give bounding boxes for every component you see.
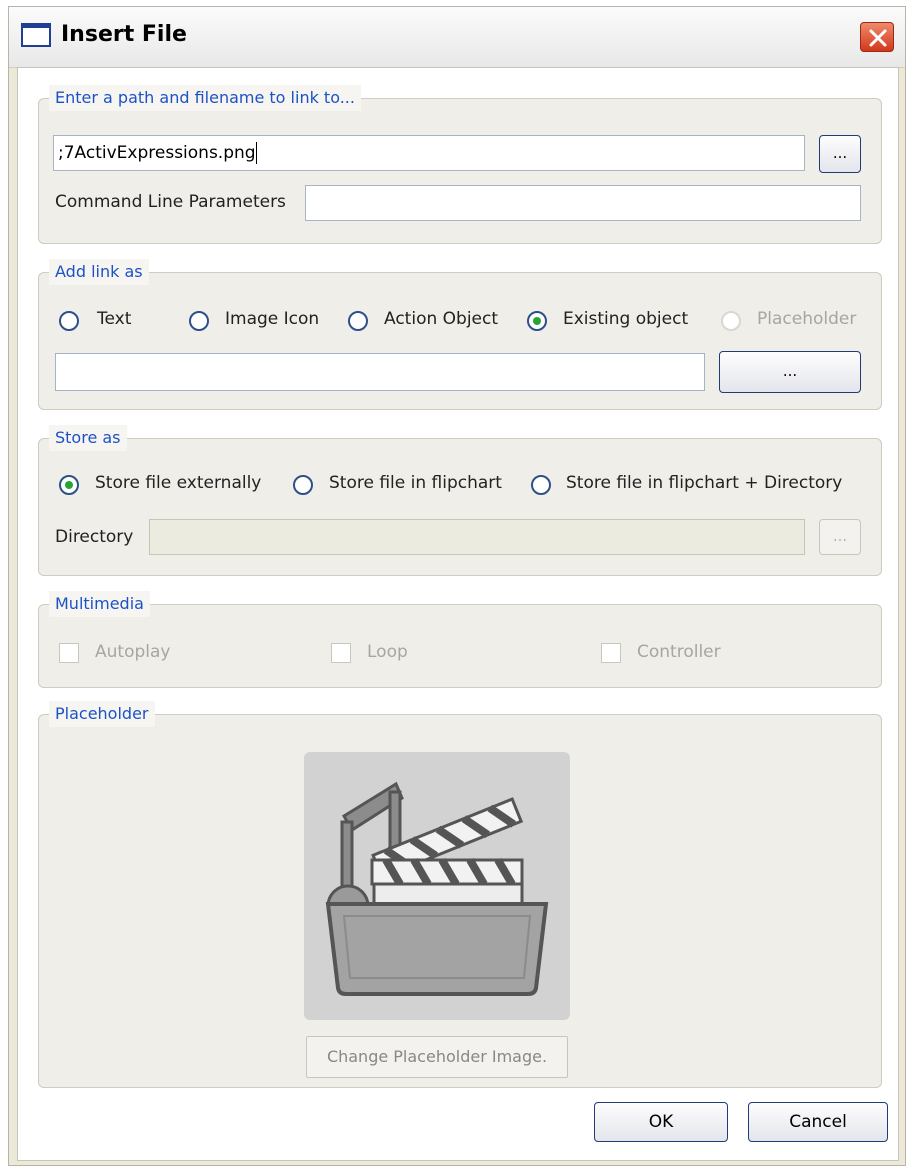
select-object-button[interactable]: ... [719, 351, 861, 393]
loop-label: Loop [367, 642, 408, 662]
browse-directory-button: ... [819, 519, 861, 555]
change-placeholder-image-button: Change Placeholder Image. [306, 1036, 568, 1078]
loop-checkbox [331, 643, 351, 663]
title-bar[interactable]: Insert File [9, 7, 905, 68]
radio-image-icon-label: Image Icon [225, 309, 320, 329]
add-link-group: Add link as Text Image Icon Action Objec… [38, 259, 882, 410]
multimedia-group-title: Multimedia [49, 591, 150, 617]
ok-button[interactable]: OK [594, 1102, 728, 1142]
insert-file-dialog: Insert File Enter a path and filename to… [8, 6, 906, 1166]
radio-store-in-flipchart[interactable] [293, 475, 313, 495]
radio-text-label: Text [97, 309, 132, 329]
radio-placeholder [721, 311, 741, 331]
autoplay-checkbox [59, 643, 79, 663]
window-icon [21, 23, 51, 47]
dialog-body: Enter a path and filename to link to... … [17, 67, 899, 1161]
controller-checkbox [601, 643, 621, 663]
radio-store-in-flipchart-label: Store file in flipchart [329, 473, 502, 493]
text-caret [255, 142, 257, 164]
command-line-input[interactable] [305, 185, 861, 221]
existing-object-input[interactable] [55, 353, 705, 391]
path-input[interactable]: ;7ActivExpressions.png [53, 135, 805, 171]
multimedia-folder-icon [325, 781, 549, 996]
placeholder-image [304, 752, 570, 1020]
radio-existing-object-label: Existing object [563, 309, 689, 329]
close-icon [869, 29, 887, 47]
multimedia-group: Multimedia Autoplay Loop Controller [38, 591, 882, 688]
close-button[interactable] [860, 22, 894, 52]
radio-placeholder-label: Placeholder [757, 309, 857, 329]
browse-path-button[interactable]: ... [819, 135, 861, 173]
radio-action-object[interactable] [348, 311, 368, 331]
autoplay-label: Autoplay [95, 642, 171, 662]
store-as-group: Store as Store file externally Store fil… [38, 425, 882, 576]
controller-label: Controller [637, 642, 721, 662]
radio-store-flipchart-directory[interactable] [531, 475, 551, 495]
radio-existing-object[interactable] [527, 311, 547, 331]
radio-image-icon[interactable] [189, 311, 209, 331]
cancel-button[interactable]: Cancel [748, 1102, 888, 1142]
add-link-group-title: Add link as [49, 259, 149, 285]
radio-text[interactable] [59, 311, 79, 331]
path-group: Enter a path and filename to link to... … [38, 85, 882, 244]
command-line-label: Command Line Parameters [55, 192, 286, 212]
path-group-title: Enter a path and filename to link to... [49, 85, 361, 111]
radio-store-externally[interactable] [59, 475, 79, 495]
radio-store-externally-label: Store file externally [95, 473, 262, 493]
path-value: ;7ActivExpressions.png [58, 143, 256, 163]
radio-store-flipchart-directory-label: Store file in flipchart + Directory [566, 473, 843, 493]
dialog-title: Insert File [61, 22, 187, 47]
placeholder-group-title: Placeholder [49, 701, 155, 727]
directory-input [149, 519, 805, 555]
radio-action-object-label: Action Object [384, 309, 499, 329]
store-as-group-title: Store as [49, 425, 127, 451]
directory-label: Directory [55, 527, 134, 547]
